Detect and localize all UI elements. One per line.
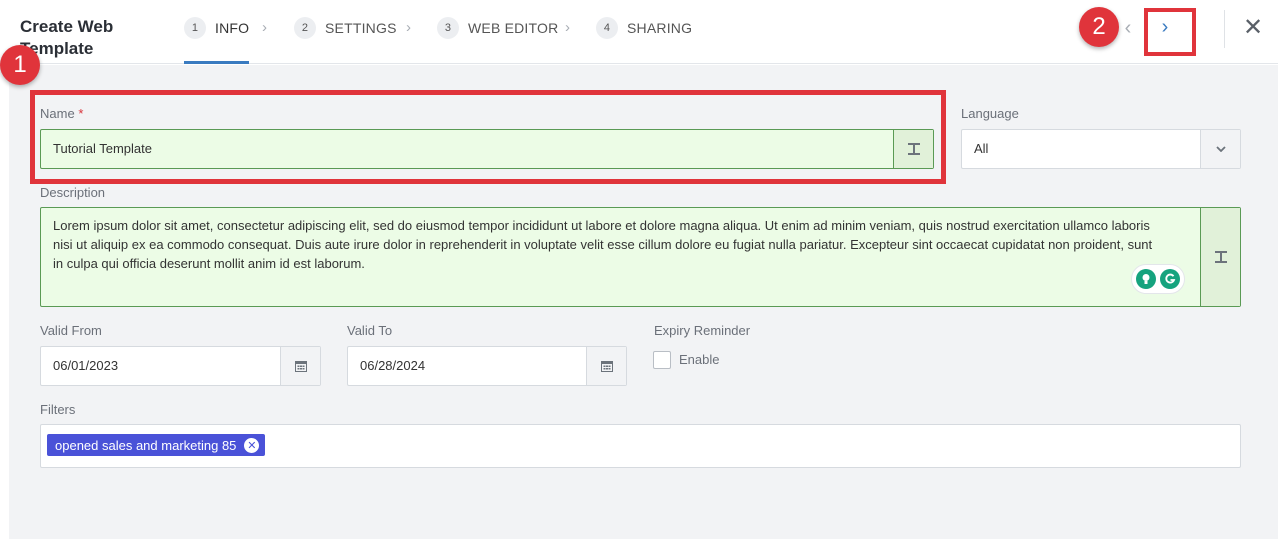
remove-chip-icon[interactable]: ✕ xyxy=(244,437,260,453)
page-title: Create Web Template xyxy=(20,17,114,58)
description-value: Lorem ipsum dolor sit amet, consectetur … xyxy=(53,218,1153,271)
step-web-editor[interactable]: 3 WEB EDITOR xyxy=(437,16,558,40)
enable-label[interactable]: Enable xyxy=(679,352,719,367)
language-value: All xyxy=(974,141,989,156)
expiry-reminder-checkbox[interactable] xyxy=(653,351,671,369)
valid-to-value: 06/28/2024 xyxy=(360,358,426,373)
lightbulb-icon xyxy=(1136,269,1156,289)
expiry-reminder-label: Expiry Reminder xyxy=(654,323,751,338)
valid-from-label: Valid From xyxy=(40,323,102,338)
description-label: Description xyxy=(40,185,106,200)
chevron-right-icon: › xyxy=(406,19,411,36)
calendar-icon xyxy=(600,361,613,372)
step-number: 4 xyxy=(596,17,618,39)
valid-to-label: Valid To xyxy=(347,323,393,338)
step-settings[interactable]: 2 SETTINGS xyxy=(294,16,397,40)
step-info[interactable]: 1 INFO xyxy=(184,16,249,40)
valid-from-value: 06/01/2023 xyxy=(53,358,119,373)
step-label: SHARING xyxy=(627,20,693,36)
calendar-icon xyxy=(294,361,307,372)
step-label: INFO xyxy=(215,20,250,36)
language-dropdown-button[interactable] xyxy=(1200,130,1240,168)
annotation-badge-2: 2 xyxy=(1079,7,1119,47)
valid-from-field[interactable]: 06/01/2023 xyxy=(40,346,321,386)
step-number: 3 xyxy=(437,17,459,39)
format-button[interactable] xyxy=(1200,208,1240,306)
annotation-highlight-name xyxy=(30,90,946,184)
chevron-right-icon: › xyxy=(1161,15,1169,38)
language-label: Language xyxy=(961,106,1019,121)
chevron-right-icon: › xyxy=(262,19,267,36)
valid-to-field[interactable]: 06/28/2024 xyxy=(347,346,627,386)
step-label: SETTINGS xyxy=(325,20,397,36)
next-step-button[interactable]: › xyxy=(1144,8,1196,56)
close-button[interactable]: ✕ xyxy=(1240,14,1266,42)
description-textarea[interactable]: Lorem ipsum dolor sit amet, consectetur … xyxy=(40,207,1241,307)
calendar-button[interactable] xyxy=(586,347,626,385)
step-label: WEB EDITOR xyxy=(468,20,559,36)
filter-chip-label: opened sales and marketing 85 xyxy=(55,437,237,453)
filters-label: Filters xyxy=(40,402,76,417)
grammarly-widget[interactable] xyxy=(1131,264,1185,294)
active-step-indicator xyxy=(184,61,249,64)
step-number: 1 xyxy=(184,17,206,39)
chevron-down-icon xyxy=(1215,146,1226,152)
filters-input[interactable]: opened sales and marketing 85 ✕ xyxy=(40,424,1241,468)
language-select[interactable]: All xyxy=(961,129,1241,169)
step-sharing[interactable]: 4 SHARING xyxy=(596,16,692,40)
format-icon xyxy=(1214,251,1227,263)
filter-chip: opened sales and marketing 85 ✕ xyxy=(47,434,266,456)
annotation-badge-1: 1 xyxy=(0,45,40,85)
calendar-button[interactable] xyxy=(280,347,320,385)
chevron-right-icon: › xyxy=(565,19,570,36)
previous-step-button[interactable]: ‹ xyxy=(1118,16,1138,40)
step-number: 2 xyxy=(294,17,316,39)
divider xyxy=(1224,10,1225,48)
grammarly-icon xyxy=(1160,269,1180,289)
